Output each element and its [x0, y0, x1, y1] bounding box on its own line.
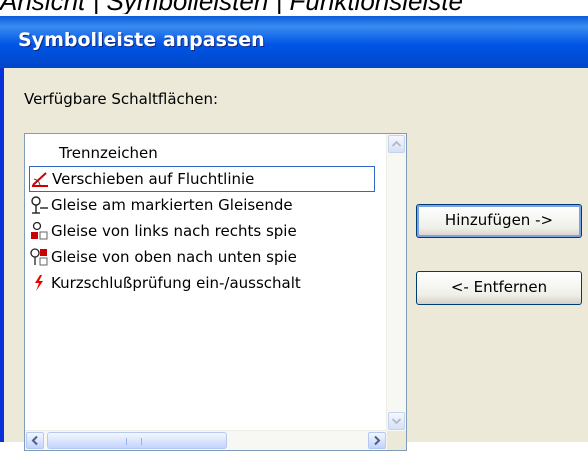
- move-to-line-icon: [30, 169, 50, 189]
- scrollbar-corner: [387, 431, 406, 450]
- short-circuit-icon: [29, 273, 49, 293]
- window-frame: [0, 68, 4, 442]
- empty-icon: [29, 143, 49, 163]
- customize-toolbar-dialog: Symbolleiste anpassen Verfügbare Schaltf…: [0, 16, 588, 451]
- remove-button[interactable]: <- Entfernen: [416, 271, 582, 305]
- vertical-scrollbar[interactable]: [386, 134, 406, 431]
- list-item-track-end[interactable]: Gleise am markierten Gleisende: [29, 192, 375, 218]
- list-item-separator[interactable]: Trennzeichen: [29, 140, 375, 166]
- list-item-mirror-vertical[interactable]: Gleise von oben nach unten spie: [29, 244, 375, 270]
- dialog-title: Symbolleiste anpassen: [18, 29, 265, 51]
- title-bar[interactable]: Symbolleiste anpassen: [0, 16, 588, 68]
- add-button[interactable]: Hinzufügen ->: [416, 204, 582, 238]
- horizontal-scrollbar[interactable]: [25, 430, 387, 450]
- list-item-label: Verschieben auf Fluchtlinie: [52, 170, 255, 188]
- scroll-left-button[interactable]: [26, 432, 44, 449]
- chevron-right-icon: [374, 435, 381, 446]
- horizontal-scroll-thumb[interactable]: [47, 432, 227, 449]
- chevron-down-icon: [391, 418, 402, 425]
- scroll-right-button[interactable]: [368, 432, 386, 449]
- list-items: Trennzeichen Verschieben auf Fluchtlinie: [25, 134, 387, 431]
- caption-text: Ansicht | Symbolleisten | Funktionsleist…: [0, 0, 588, 14]
- mirror-horizontal-icon: [29, 221, 49, 241]
- available-buttons-label: Verfügbare Schaltflächen:: [24, 90, 219, 108]
- list-item-label: Gleise am markierten Gleisende: [51, 196, 293, 214]
- list-item-move-to-line[interactable]: Verschieben auf Fluchtlinie: [29, 166, 375, 192]
- list-item-short-circuit[interactable]: Kurzschlußprüfung ein-/ausschalt: [29, 270, 375, 296]
- scroll-down-button[interactable]: [388, 412, 405, 430]
- list-item-mirror-horizontal[interactable]: Gleise von links nach rechts spie: [29, 218, 375, 244]
- chevron-up-icon: [391, 140, 402, 147]
- available-buttons-list[interactable]: Trennzeichen Verschieben auf Fluchtlinie: [24, 133, 407, 451]
- list-item-label: Kurzschlußprüfung ein-/ausschalt: [51, 274, 301, 292]
- scroll-up-button[interactable]: [388, 135, 405, 153]
- chevron-left-icon: [31, 435, 38, 446]
- mirror-vertical-icon: [29, 247, 49, 267]
- list-item-label: Trennzeichen: [59, 144, 158, 162]
- list-item-label: Gleise von oben nach unten spie: [51, 248, 297, 266]
- list-item-label: Gleise von links nach rechts spie: [51, 222, 297, 240]
- track-end-icon: [29, 195, 49, 215]
